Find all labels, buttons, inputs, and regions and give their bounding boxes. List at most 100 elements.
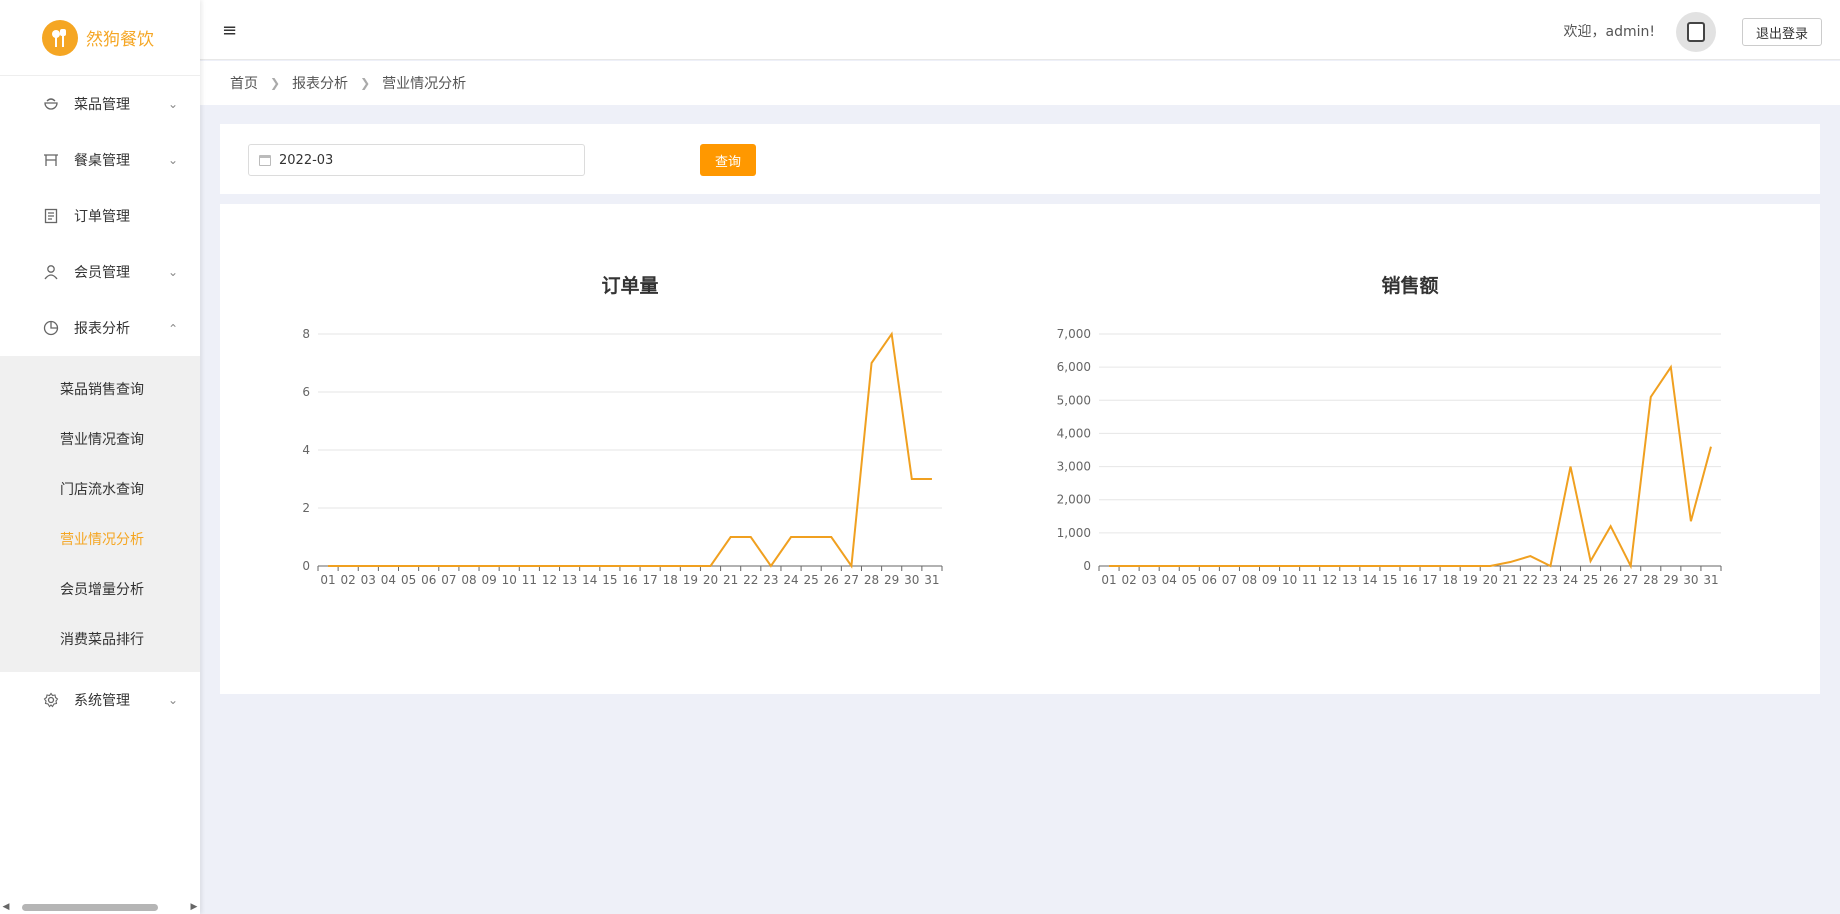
orders-chart-xtick-label: 26 [824,573,839,587]
orders-chart-xtick-label: 25 [804,573,819,587]
sales-chart-xtick-label: 04 [1162,573,1177,587]
pie-chart-icon [42,319,60,337]
month-picker[interactable]: 2022-03 [248,144,585,176]
sales-chart-xtick-label: 28 [1643,573,1658,587]
table-icon [42,151,60,169]
orders-chart-ytick-label: 4 [302,443,310,457]
sales-chart-ytick-label: 4,000 [1057,426,1091,440]
submenu-item-dish-ranking[interactable]: 消费菜品排行 [0,614,200,664]
sales-chart-xtick-label: 19 [1463,573,1478,587]
user-icon [42,263,60,281]
sales-chart-xtick-label: 27 [1623,573,1638,587]
orders-chart-title: 订单量 [601,274,658,297]
avatar[interactable] [1676,12,1716,52]
sidebar-item-label: 会员管理 [74,265,130,281]
sales-chart-ytick-label: 7,000 [1057,327,1091,341]
orders-chart-xtick-label: 04 [381,573,396,587]
orders-chart-xtick-label: 30 [904,573,919,587]
gear-icon [42,691,60,709]
sales-chart-xtick-label: 05 [1182,573,1197,587]
user-avatar-icon [1687,22,1705,42]
submenu-item-store-flow[interactable]: 门店流水查询 [0,464,200,514]
orders-chart-xtick-label: 14 [582,573,597,587]
bowl-icon [42,95,60,113]
orders-chart-xtick-label: 16 [622,573,637,587]
hamburger-menu-icon[interactable]: ≡ [222,20,237,41]
top-header: ≡ 欢迎，admin! 退出登录 [200,0,1840,60]
orders-chart-xtick-label: 08 [461,573,476,587]
sales-chart-xtick-label: 25 [1583,573,1598,587]
logout-button[interactable]: 退出登录 [1742,18,1822,46]
orders-chart-xtick-label: 05 [401,573,416,587]
orders-chart-xtick-label: 19 [683,573,698,587]
sidebar-item-system[interactable]: 系统管理 ⌄ [0,672,200,728]
sales-chart-xtick-label: 26 [1603,573,1618,587]
sidebar-item-dishes[interactable]: 菜品管理 ⌄ [0,76,200,132]
scrollbar-track[interactable] [12,900,188,914]
sales-chart-xtick-label: 29 [1663,573,1678,587]
orders-chart-xtick-label: 15 [602,573,617,587]
scroll-right-icon[interactable]: ▶ [188,902,200,912]
scroll-left-icon[interactable]: ◀ [0,902,12,912]
sales-chart-xtick-label: 10 [1282,573,1297,587]
breadcrumb-reports[interactable]: 报表分析 [292,73,348,93]
orders-chart-xtick-label: 13 [562,573,577,587]
sidebar-item-label: 报表分析 [74,321,130,337]
orders-chart-xtick-label: 28 [864,573,879,587]
submenu-item-dish-sales[interactable]: 菜品销售查询 [0,364,200,414]
orders-chart-xtick-label: 10 [502,573,517,587]
breadcrumb-home[interactable]: 首页 [230,73,258,93]
orders-chart-xtick-label: 02 [341,573,356,587]
chart-panel: 订单量 0 2 4 6 8 01 02 03 04 05 06 07 08 09 10 11 12 13 14 15 16… [220,204,1820,694]
orders-chart-xtick-label: 06 [421,573,436,587]
orders-chart-xtick-label: 03 [361,573,376,587]
query-button[interactable]: 查询 [700,144,756,176]
scrollbar-thumb[interactable] [22,904,158,911]
orders-chart-xtick-label: 01 [320,573,335,587]
sidebar-item-members[interactable]: 会员管理 ⌄ [0,244,200,300]
orders-chart-xtick-label: 17 [642,573,657,587]
welcome-text: 欢迎，admin! [1563,24,1655,40]
sidebar-item-orders[interactable]: 订单管理 [0,188,200,244]
submenu-item-business-query[interactable]: 营业情况查询 [0,414,200,464]
sales-chart-ytick-label: 5,000 [1057,393,1091,407]
chevron-up-icon: ⌄ [168,321,179,335]
app-name: 然狗餐饮 [86,30,154,50]
orders-chart-xtick-label: 11 [522,573,537,587]
chevron-down-icon: ⌄ [168,153,179,167]
orders-chart-xtick-label: 21 [723,573,738,587]
orders-chart-xtick-label: 31 [924,573,939,587]
sales-chart-title: 销售额 [1381,274,1438,297]
sidebar-item-reports[interactable]: 报表分析 ⌄ [0,300,200,356]
sales-chart-xtick-label: 21 [1503,573,1518,587]
sales-chart-xtick-label: 14 [1362,573,1377,587]
sales-chart-xtick-label: 15 [1382,573,1397,587]
sidebar-menu: 菜品管理 ⌄ 餐桌管理 ⌄ 订单管理 会员管理 ⌄ 报表分析 ⌄ [0,76,200,356]
orders-chart-xtick-label: 23 [763,573,778,587]
submenu-item-member-growth[interactable]: 会员增量分析 [0,564,200,614]
orders-chart-xtick-label: 22 [743,573,758,587]
chevron-down-icon: ⌄ [168,265,179,279]
sidebar-scrollbar[interactable]: ◀ ▶ [0,900,200,914]
filter-panel: 2022-03 查询 [220,124,1820,194]
sales-chart-xtick-label: 23 [1543,573,1558,587]
sales-chart-xtick-label: 11 [1302,573,1317,587]
orders-chart-ytick-label: 6 [302,385,310,399]
orders-chart-ytick-label: 8 [302,327,310,341]
sidebar-item-label: 菜品管理 [74,97,130,113]
sales-chart-xtick-label: 31 [1703,573,1718,587]
app-logo[interactable]: 然狗餐饮 [0,0,200,76]
sales-chart-xtick-label: 30 [1683,573,1698,587]
sidebar: 然狗餐饮 菜品管理 ⌄ 餐桌管理 ⌄ 订单管理 会员管理 ⌄ 报表分析 ⌄ 菜品… [0,0,200,914]
orders-chart-xtick-label: 18 [663,573,678,587]
orders-chart-xtick-label: 27 [844,573,859,587]
sales-chart-xtick-label: 09 [1262,573,1277,587]
chevron-right-icon: ❯ [360,76,371,90]
sales-chart-xtick-label: 01 [1101,573,1116,587]
chevron-down-icon: ⌄ [168,97,179,111]
submenu-item-business-analysis[interactable]: 营业情况分析 [0,514,200,564]
sales-chart-ytick-label: 6,000 [1057,360,1091,374]
sidebar-item-tables[interactable]: 餐桌管理 ⌄ [0,132,200,188]
receipt-icon [42,207,60,225]
report-submenu: 菜品销售查询 营业情况查询 门店流水查询 营业情况分析 会员增量分析 消费菜品排… [0,356,200,672]
